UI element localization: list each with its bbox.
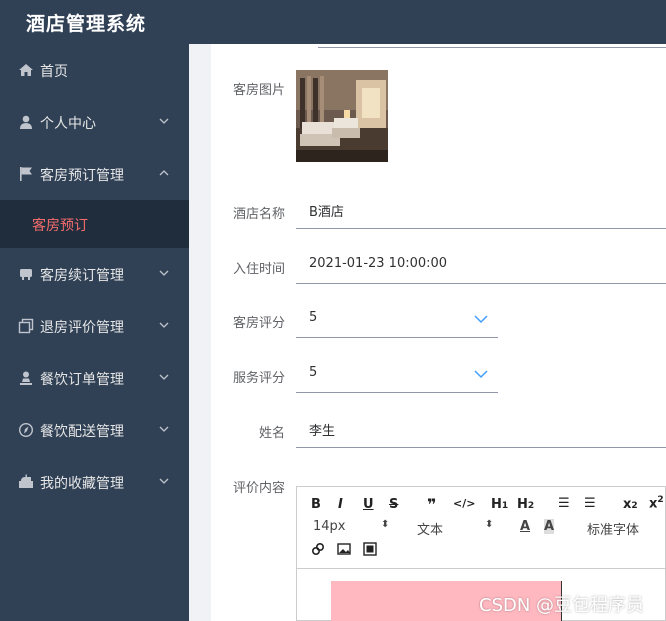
- compass-icon: [18, 422, 34, 438]
- checkin-time-label: 入住时间: [232, 262, 285, 277]
- room-photo[interactable]: [296, 70, 388, 162]
- sidebar-item-home[interactable]: 首页: [0, 44, 189, 96]
- sidebar-item-favorites[interactable]: 我的收藏管理: [0, 456, 189, 508]
- background-color-icon[interactable]: A: [544, 519, 555, 534]
- checkin-time-field[interactable]: 2021-01-23 10:00:00: [296, 248, 666, 284]
- sidebar-item-label: 客房续订管理: [40, 268, 124, 284]
- sidebar: 首页 个人中心 客房预订管理 客房预订 客房续订管理 退房评价管理 餐饮订单管理…: [0, 44, 189, 621]
- editor-toolbar-row-3: [297, 540, 666, 562]
- sidebar-item-profile[interactable]: 个人中心: [0, 96, 189, 148]
- superscript-button[interactable]: x2: [649, 495, 664, 511]
- name-field[interactable]: 李生: [296, 412, 666, 448]
- heading1-button[interactable]: H1: [491, 497, 508, 512]
- chevron-down-icon: [474, 370, 488, 379]
- hotel-name-value: B酒店: [309, 205, 344, 220]
- strikethrough-button[interactable]: S: [389, 497, 398, 512]
- editor-toolbar-row-1: B I U S ❞ </> H1 H2 ☰ ☰ x2 x2: [297, 495, 666, 517]
- room-rating-select[interactable]: 5: [296, 302, 498, 338]
- sidebar-item-label: 餐饮配送管理: [40, 424, 124, 440]
- text-type-select[interactable]: 文本: [417, 519, 443, 538]
- chevron-up-icon: [159, 170, 169, 176]
- chevron-down-icon: [159, 322, 169, 328]
- room-photo-image: [296, 70, 388, 162]
- text-type-select-arrow-icon: ⬍: [485, 519, 494, 530]
- subscript-button[interactable]: x2: [623, 497, 638, 512]
- service-rating-label: 服务评分: [232, 371, 285, 386]
- sidebar-item-label: 餐饮订单管理: [40, 372, 124, 388]
- checkin-time-value: 2021-01-23 10:00:00: [309, 256, 448, 271]
- hotel-name-field[interactable]: B酒店: [296, 193, 666, 229]
- sidebar-subitem-booking[interactable]: 客房预订: [0, 200, 189, 248]
- room-rating-value: 5: [309, 310, 318, 325]
- italic-button[interactable]: I: [338, 497, 343, 512]
- image-icon[interactable]: [337, 542, 351, 556]
- sidebar-item-label: 个人中心: [40, 116, 96, 132]
- heading2-button[interactable]: H2: [517, 497, 534, 512]
- name-label: 姓名: [258, 426, 285, 441]
- service-rating-select[interactable]: 5: [296, 357, 498, 393]
- ordered-list-icon[interactable]: ☰: [558, 496, 570, 511]
- chevron-down-icon: [159, 270, 169, 276]
- code-block-icon[interactable]: </>: [453, 497, 475, 510]
- bullet-list-icon[interactable]: ☰: [584, 496, 596, 511]
- sidebar-item-label: 客房预订管理: [40, 168, 124, 184]
- font-size-select-arrow-icon: ⬍: [381, 519, 390, 530]
- name-value: 李生: [309, 424, 336, 439]
- app-title: 酒店管理系统: [26, 13, 147, 35]
- hotel-name-label: 酒店名称: [232, 207, 285, 222]
- blockquote-icon[interactable]: ❞: [427, 495, 436, 514]
- link-icon[interactable]: [311, 542, 325, 556]
- sidebar-item-label: 退房评价管理: [40, 320, 124, 336]
- user-icon: [20, 115, 32, 129]
- font-family-select[interactable]: 标准字体: [587, 519, 639, 538]
- chevron-down-icon: [159, 374, 169, 380]
- divider: [318, 47, 666, 48]
- font-size-select[interactable]: 14px: [313, 519, 346, 534]
- chevron-down-icon: [159, 118, 169, 124]
- bold-button[interactable]: B: [311, 497, 321, 512]
- font-color-icon[interactable]: A: [520, 519, 530, 534]
- service-rating-value: 5: [309, 365, 318, 380]
- sidebar-item-label: 我的收藏管理: [40, 476, 124, 492]
- sidebar-item-booking[interactable]: 客房预订管理: [0, 148, 189, 200]
- editor-toolbar-row-2: 14px ⬍ 文本 ⬍ A A 标准字体: [297, 517, 666, 539]
- room-image-label: 客房图片: [232, 83, 285, 98]
- review-content-label: 评价内容: [232, 481, 285, 496]
- chevron-down-icon: [159, 478, 169, 484]
- chevron-down-icon: [474, 315, 488, 324]
- room-rating-label: 客房评分: [232, 316, 285, 331]
- sidebar-item-renewal[interactable]: 客房续订管理: [0, 248, 189, 300]
- bed-icon: [20, 269, 32, 280]
- sidebar-item-checkout-review[interactable]: 退房评价管理: [0, 300, 189, 352]
- sidebar-item-dining-delivery[interactable]: 餐饮配送管理: [0, 404, 189, 456]
- person-stand-icon: [20, 371, 32, 385]
- chevron-down-icon: [159, 426, 169, 432]
- home-icon: [19, 64, 33, 76]
- copy-icon: [18, 318, 34, 334]
- flag-icon: [20, 167, 32, 181]
- top-bar: 酒店管理系统: [0, 0, 666, 44]
- sidebar-subitem-label: 客房预订: [32, 218, 88, 234]
- underline-button[interactable]: U: [363, 497, 374, 512]
- video-icon[interactable]: [363, 542, 377, 556]
- sidebar-item-dining-orders[interactable]: 餐饮订单管理: [0, 352, 189, 404]
- sidebar-item-label: 首页: [40, 64, 68, 80]
- watermark: CSDN @豆包程序员: [479, 595, 645, 616]
- mailbox-icon: [19, 474, 33, 488]
